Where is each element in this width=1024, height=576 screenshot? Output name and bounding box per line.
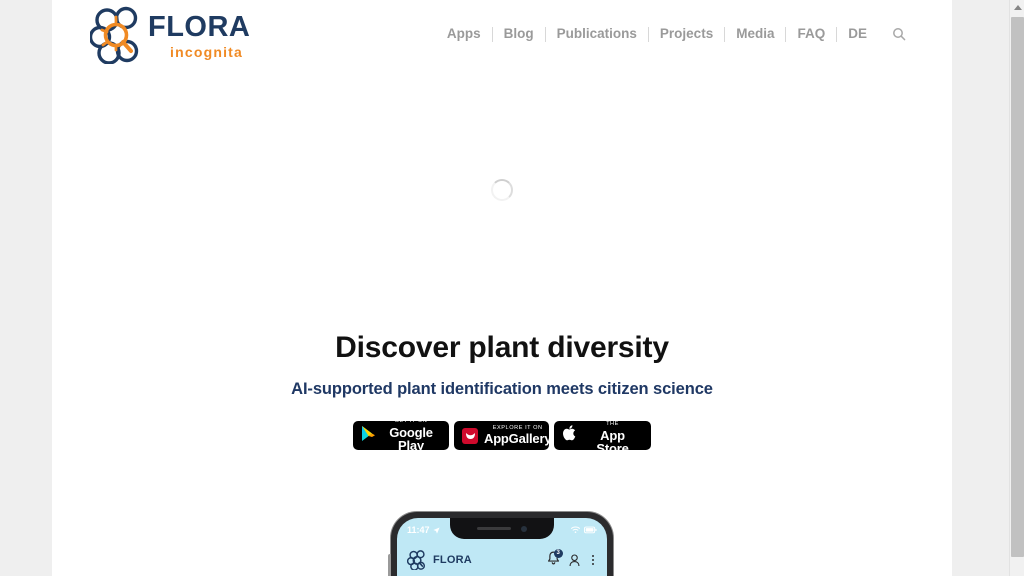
app-store-badge-text: Download on the App Store [583, 415, 642, 456]
vertical-scrollbar[interactable] [1009, 0, 1024, 576]
browser-viewport: FLORA incognita Apps Blog Publications P… [0, 0, 1024, 576]
phone-app-bar: FLORA 3 [397, 544, 607, 576]
nav-item-language-de[interactable]: DE [837, 24, 878, 44]
flora-app-logo-text: FLORA [433, 554, 472, 566]
google-play-badge-toptext: GET IT ON [394, 418, 428, 425]
phone-side-button [388, 554, 391, 576]
google-play-badge[interactable]: GET IT ON Google Play [353, 419, 449, 452]
google-play-badge-text: GET IT ON Google Play [382, 419, 440, 452]
nav-item-faq[interactable]: FAQ [786, 24, 836, 44]
menu-dot [591, 554, 594, 558]
nav-item-projects[interactable]: Projects [649, 24, 724, 44]
main-navigation: Apps Blog Publications Projects Media FA… [436, 22, 910, 46]
content-loading-area [52, 160, 952, 220]
brand-wordmark: FLORA incognita [148, 11, 251, 60]
status-bar-right [571, 526, 597, 534]
nav-item-blog[interactable]: Blog [493, 24, 545, 44]
phone-mockup: 11:47 FLORA 3 [388, 512, 613, 576]
app-store-badge-maintext: App Store [596, 427, 629, 456]
notification-badge-count: 3 [553, 548, 563, 558]
page-content: FLORA incognita Apps Blog Publications P… [52, 0, 952, 576]
scrollbar-thumb[interactable] [1011, 17, 1024, 557]
status-bar-left: 11:47 [407, 525, 440, 535]
scroll-up-arrow-glyph [1013, 5, 1022, 10]
huawei-appgallery-icon [462, 427, 478, 444]
app-gallery-badge-text: EXPLORE IT ON AppGallery [484, 425, 552, 447]
phone-screen: 11:47 FLORA 3 [397, 518, 607, 576]
page-subtitle: AI-supported plant identification meets … [291, 380, 713, 398]
loading-spinner-icon [491, 179, 513, 201]
notification-bell-icon[interactable]: 3 [547, 548, 563, 570]
battery-icon [584, 526, 597, 534]
google-play-badge-maintext: Google Play [389, 424, 433, 453]
app-gallery-badge-maintext: AppGallery [484, 431, 552, 447]
store-badge-group: GET IT ON Google Play EXPLORE IT ON AppG… [52, 416, 952, 455]
page-title: Discover plant diversity [335, 331, 669, 364]
brand-name-main: FLORA [148, 11, 251, 43]
nav-item-publications[interactable]: Publications [546, 24, 648, 44]
scroll-up-arrow-icon[interactable] [1010, 0, 1024, 15]
search-icon[interactable] [878, 27, 910, 41]
site-header: FLORA incognita Apps Blog Publications P… [52, 0, 952, 70]
nav-item-apps[interactable]: Apps [436, 24, 492, 44]
hero-section: Discover plant diversity AI-supported pl… [52, 330, 952, 455]
wifi-icon [571, 526, 580, 533]
brand-logo-link[interactable]: FLORA incognita [90, 4, 250, 66]
apple-icon [562, 424, 577, 447]
profile-icon[interactable] [569, 553, 580, 567]
overflow-menu-icon[interactable] [589, 554, 597, 566]
location-arrow-icon [432, 526, 440, 534]
app-store-badge[interactable]: Download on the App Store [554, 416, 651, 455]
status-bar-time: 11:47 [407, 525, 430, 535]
flower-magnifier-logo-icon [90, 6, 152, 64]
app-store-badge-toptext: Download on the [588, 415, 637, 427]
menu-dot [591, 562, 594, 566]
flora-app-logo-icon: FLORA [407, 550, 472, 570]
phone-mockup-area: 11:47 FLORA 3 [52, 512, 952, 576]
google-play-icon [361, 425, 376, 447]
menu-dot [591, 558, 594, 562]
brand-name-sub: incognita [170, 44, 244, 60]
app-gallery-badge[interactable]: EXPLORE IT ON AppGallery [454, 421, 552, 450]
nav-item-media[interactable]: Media [725, 24, 785, 44]
phone-status-bar: 11:47 [397, 522, 607, 538]
phone-app-actions: 3 [547, 548, 597, 570]
